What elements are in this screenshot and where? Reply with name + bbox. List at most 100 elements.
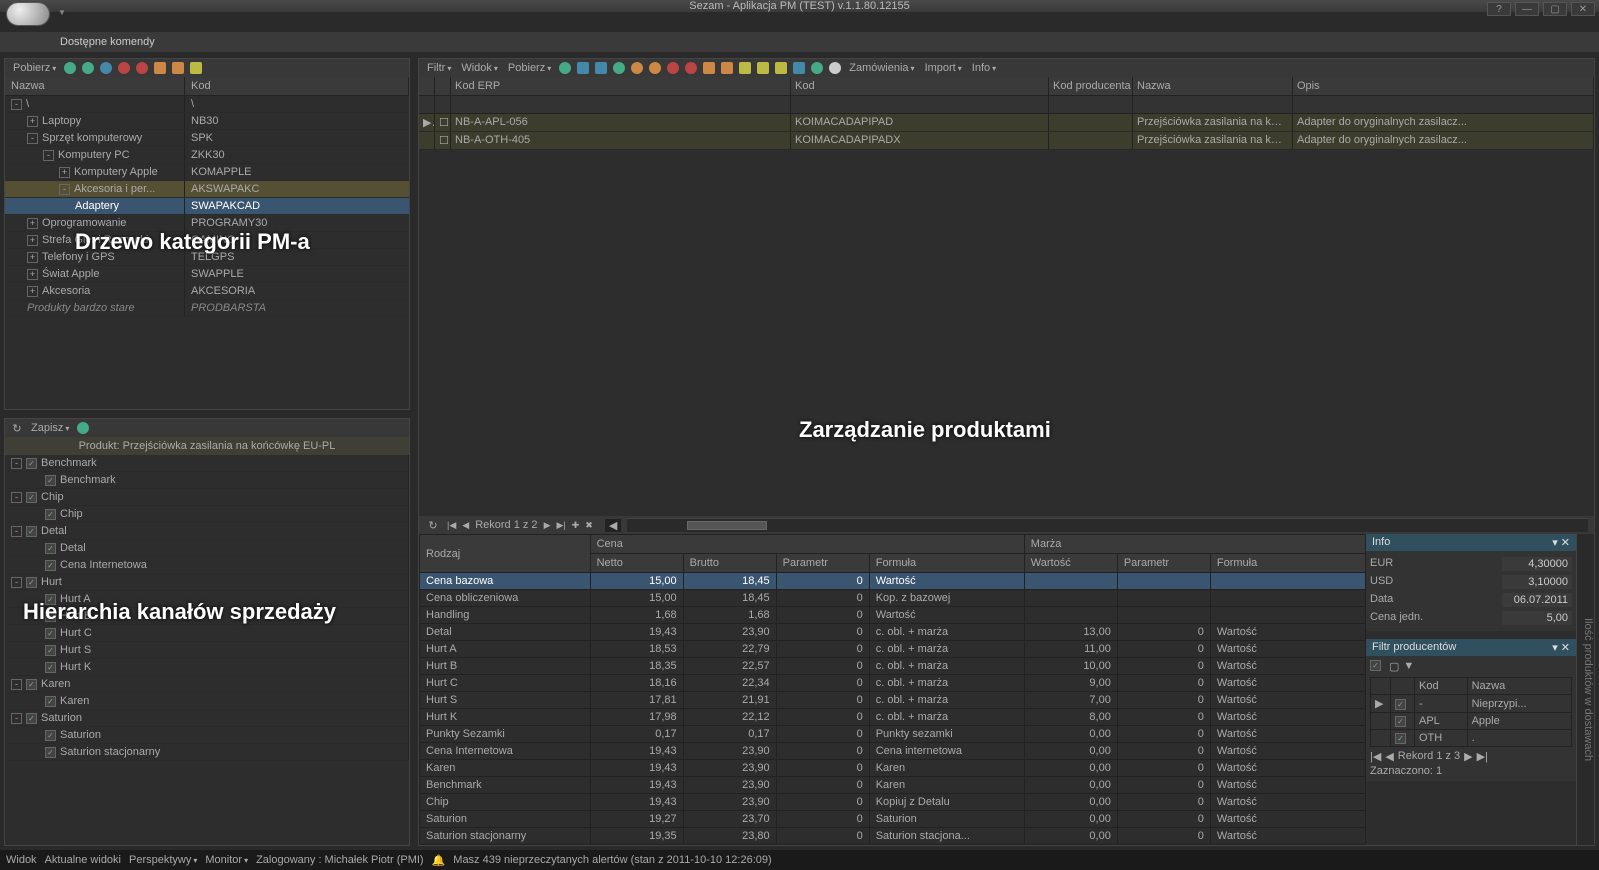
tree-row[interactable]: +Komputery AppleKOMAPPLE [5, 164, 409, 181]
minimize-button[interactable]: — [1515, 2, 1539, 16]
refresh-icon[interactable] [557, 60, 573, 76]
channel-row[interactable]: ✓Cena Internetowa [5, 557, 409, 574]
tree-col-name[interactable]: Nazwa [5, 77, 185, 95]
producers-grid[interactable]: Kod Nazwa ▶✓-Nieprzypi...✓APLApple✓OTH. [1370, 677, 1572, 747]
channel-row[interactable]: -✓Saturion [5, 710, 409, 727]
toggle-icon[interactable]: - [11, 526, 22, 537]
channel-checkbox[interactable]: ✓ [45, 696, 56, 707]
tree-row[interactable]: -Komputery PCZKK30 [5, 147, 409, 164]
world-icon[interactable] [98, 60, 114, 76]
tree-row[interactable]: +OprogramowaniePROGRAMY30 [5, 215, 409, 232]
tree-row[interactable]: +Strefa Gier i RozrywkiGAMING [5, 232, 409, 249]
channel-checkbox[interactable]: ✓ [45, 662, 56, 673]
bell-icon[interactable]: 🔔 [432, 854, 446, 867]
tree-row[interactable]: -Akcesoria i per...AKSWAPAKC [5, 181, 409, 198]
fp-prev[interactable]: ◀ [1385, 750, 1393, 763]
pager-scroll-left[interactable]: ◀ [605, 519, 621, 532]
reload-icon[interactable] [75, 420, 91, 436]
col-nazwa[interactable]: Nazwa [1133, 77, 1293, 95]
add-icon[interactable] [80, 60, 96, 76]
cena-jedn-field[interactable]: 5,00 [1502, 611, 1572, 625]
help-button[interactable]: ? [1487, 2, 1511, 16]
toggle-icon[interactable]: + [27, 286, 38, 297]
channel-row[interactable]: ✓Benchmark [5, 472, 409, 489]
filter-none-icon[interactable]: ▢ [1389, 660, 1399, 673]
panel-tools[interactable]: ▾ ✕ [1552, 641, 1570, 654]
price-row[interactable]: Handling1,681,680Wartość [420, 607, 1366, 624]
col-kod[interactable]: Kod [791, 77, 1049, 95]
down-icon[interactable] [170, 60, 186, 76]
h-scrollbar[interactable] [627, 518, 1588, 532]
channel-row[interactable]: -✓Benchmark [5, 455, 409, 472]
prev-icon[interactable] [647, 60, 663, 76]
stop-icon[interactable] [134, 60, 150, 76]
price-row[interactable]: Chip19,4323,900Kopiuj z Detalu0,000Warto… [420, 794, 1366, 811]
price-row[interactable]: Hurt S17,8121,910c. obl. + marża7,000War… [420, 692, 1366, 709]
refresh-icon[interactable]: ↻ [9, 420, 25, 436]
toggle-icon[interactable]: - [11, 458, 22, 469]
channel-checkbox[interactable]: ✓ [45, 509, 56, 520]
pobierz-dropdown[interactable]: Pobierz [9, 62, 60, 74]
channel-checkbox[interactable]: ✓ [45, 645, 56, 656]
toggle-icon[interactable]: - [59, 184, 70, 195]
next-icon[interactable] [629, 60, 645, 76]
channel-checkbox[interactable]: ✓ [26, 679, 37, 690]
tree-row[interactable]: AdapterySWAPAKCAD [5, 198, 409, 215]
delete-icon[interactable] [665, 60, 681, 76]
fp-next[interactable]: ▶ [1464, 750, 1472, 763]
price-row[interactable]: Cena bazowa15,0018,450Wartość [420, 573, 1366, 590]
eur-field[interactable]: 4,30000 [1502, 557, 1572, 571]
toggle-icon[interactable]: + [27, 269, 38, 280]
channel-row[interactable]: -✓Karen [5, 676, 409, 693]
widok-dropdown[interactable]: Widok [457, 62, 502, 74]
delete-icon[interactable] [116, 60, 132, 76]
channel-checkbox[interactable]: ✓ [26, 713, 37, 724]
status-perspektywy[interactable]: Perspektywy [129, 854, 197, 866]
producer-row[interactable]: ✓APLApple [1371, 713, 1572, 730]
tree-row[interactable]: -\\ [5, 96, 409, 113]
file-icon[interactable] [791, 60, 807, 76]
channel-checkbox[interactable]: ✓ [45, 475, 56, 486]
channel-checkbox[interactable]: ✓ [45, 730, 56, 741]
tree-body[interactable]: -\\+LaptopyNB30-Sprzęt komputerowySPK-Ko… [5, 96, 409, 392]
status-monitor[interactable]: Monitor [205, 854, 248, 866]
channel-row[interactable]: -✓Detal [5, 523, 409, 540]
doc-icon[interactable] [827, 60, 843, 76]
app-orb[interactable] [6, 2, 50, 26]
b-icon[interactable] [719, 60, 735, 76]
save2-icon[interactable] [593, 60, 609, 76]
tree-row[interactable]: Produkty bardzo starePRODBARSTA [5, 300, 409, 317]
channel-row[interactable]: ✓Detal [5, 540, 409, 557]
channel-checkbox[interactable]: ✓ [45, 594, 56, 605]
add-icon[interactable] [611, 60, 627, 76]
channels-body[interactable]: -✓Benchmark✓Benchmark-✓Chip✓Chip-✓Detal✓… [5, 455, 409, 845]
price-row[interactable]: Saturion stacjonarny19,3523,800Saturion … [420, 828, 1366, 845]
product-cell[interactable]: ☐ [435, 114, 451, 131]
channel-checkbox[interactable]: ✓ [45, 611, 56, 622]
pobierz-dropdown[interactable]: Pobierz [504, 62, 555, 74]
stop-icon[interactable] [683, 60, 699, 76]
toggle-icon[interactable]: + [27, 235, 38, 246]
filtr-dropdown[interactable]: Filtr [423, 62, 455, 74]
col-m-wartosc[interactable]: Wartość [1024, 554, 1117, 573]
col-formula[interactable]: Formuła [869, 554, 1024, 573]
a-icon[interactable] [701, 60, 717, 76]
expand-icon[interactable] [188, 60, 204, 76]
tree-row[interactable]: -Sprzęt komputerowySPK [5, 130, 409, 147]
price-row[interactable]: Cena obliczeniowa15,0018,450Kop. z bazow… [420, 590, 1366, 607]
up-icon[interactable] [152, 60, 168, 76]
vertical-tab[interactable]: Ilość produktów w dostawach [1576, 534, 1594, 845]
tree-row[interactable]: +Świat AppleSWAPPLE [5, 266, 409, 283]
product-cell[interactable]: ☐ [435, 132, 451, 149]
tree-row[interactable]: +AkcesoriaAKCESORIA [5, 283, 409, 300]
channel-row[interactable]: ✓Hurt K [5, 659, 409, 676]
toggle-icon[interactable]: + [59, 167, 70, 178]
command-bar[interactable]: Dostępne komendy [0, 32, 1599, 52]
price-row[interactable]: Hurt A18,5322,790c. obl. + marża11,000Wa… [420, 641, 1366, 658]
close-button[interactable]: ✕ [1571, 2, 1595, 16]
zapisz-dropdown[interactable]: Zapisz [27, 422, 73, 434]
filter-clear-icon[interactable]: ▼ [1403, 660, 1414, 673]
toggle-icon[interactable]: - [11, 713, 22, 724]
producer-row[interactable]: ▶✓-Nieprzypi... [1371, 695, 1572, 713]
tree-row[interactable]: +Telefony i GPSTELGPS [5, 249, 409, 266]
